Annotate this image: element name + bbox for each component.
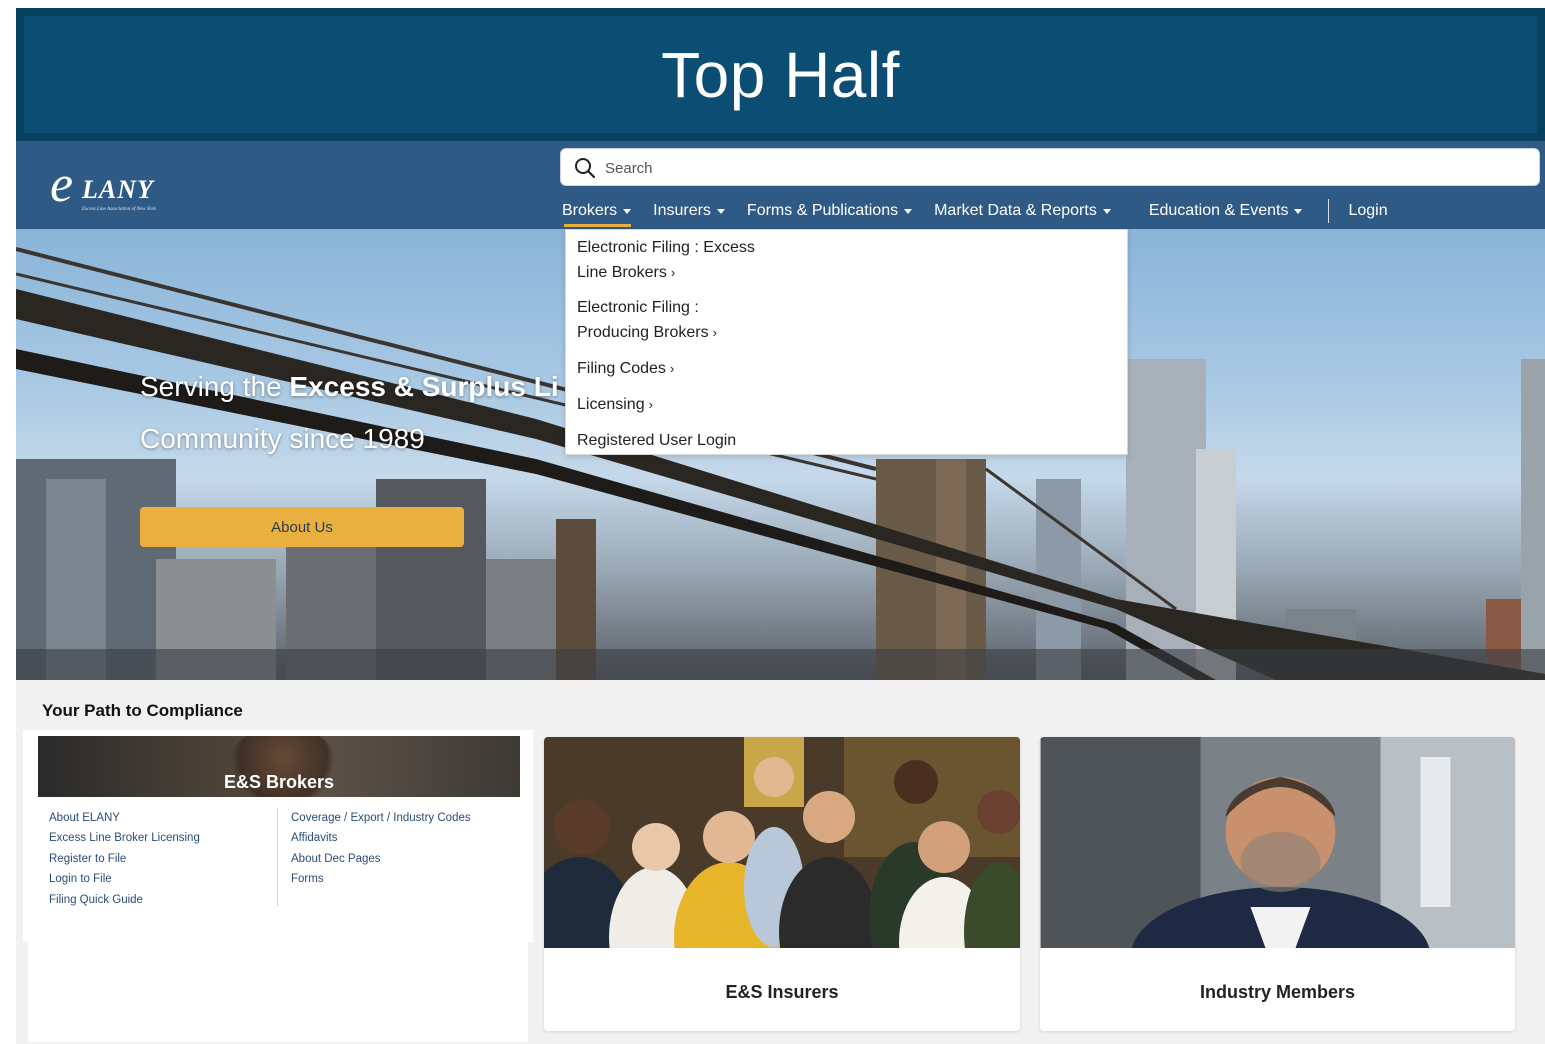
nav-login[interactable]: Login xyxy=(1348,197,1387,225)
nav-market-label: Market Data & Reports xyxy=(934,202,1097,219)
brokers-card-title: E&S Brokers xyxy=(223,772,335,792)
dropdown-item-line1: Electronic Filing : Excess xyxy=(577,239,755,256)
caret-down-icon xyxy=(716,208,725,214)
section-title: Your Path to Compliance xyxy=(42,701,243,720)
brokers-links-left: About ELANY Excess Line Broker Licensing… xyxy=(49,808,200,910)
chevron-right-icon: › xyxy=(712,325,717,340)
nav-education-events[interactable]: Education & Events xyxy=(1149,197,1303,225)
nav-insurers-label: Insurers xyxy=(653,202,711,219)
dropdown-item-line1: Electronic Filing : xyxy=(577,299,699,316)
dropdown-item-line2: Producing Brokers xyxy=(577,324,709,341)
nav-brokers[interactable]: Brokers xyxy=(562,197,632,227)
brokers-card-footer xyxy=(28,942,528,1042)
link-filing-quick-guide[interactable]: Filing Quick Guide xyxy=(49,890,200,910)
search-bar[interactable] xyxy=(560,148,1540,186)
group-photo-image xyxy=(544,737,1020,948)
dropdown-item-line2: Line Brokers xyxy=(577,264,667,281)
links-divider xyxy=(277,808,278,906)
brokers-dropdown: Electronic Filing : Excess Line Brokers ›… xyxy=(565,229,1128,455)
nav-insurers[interactable]: Insurers xyxy=(653,197,725,225)
dropdown-item-efiling-producing[interactable]: Electronic Filing : Producing Brokers › xyxy=(577,295,717,345)
link-affidavits[interactable]: Affidavits xyxy=(291,828,471,848)
dropdown-item-label: Filing Codes xyxy=(577,360,666,377)
search-input[interactable] xyxy=(605,155,1505,181)
brokers-card: E&S Brokers About ELANY Excess Line Brok… xyxy=(23,730,533,942)
caret-down-icon xyxy=(623,208,632,214)
link-coverage-codes[interactable]: Coverage / Export / Industry Codes xyxy=(291,808,471,828)
site-header: e LANY Excess Line Association of New Yo… xyxy=(16,141,1545,229)
dropdown-item-registered-login[interactable]: Registered User Login xyxy=(577,428,736,453)
compliance-section: Your Path to Compliance E&S Brokers Abou… xyxy=(16,680,1545,1044)
about-us-button[interactable]: About Us xyxy=(140,507,464,547)
members-card[interactable]: Industry Members xyxy=(1040,737,1515,1031)
portrait-photo-image xyxy=(1040,737,1515,948)
hero-headline: Serving the Excess & Surplus Li xyxy=(140,371,559,403)
top-banner: Top Half xyxy=(16,8,1545,141)
dropdown-item-label: Licensing xyxy=(577,396,645,413)
hero-headline-prefix: Serving the xyxy=(140,371,290,402)
logo-mark: e xyxy=(50,156,74,213)
nav-login-label: Login xyxy=(1348,202,1388,219)
nav-education-label: Education & Events xyxy=(1148,202,1289,219)
main-nav: Brokers Insurers Forms & Publications Ma… xyxy=(562,197,1388,227)
link-register-to-file[interactable]: Register to File xyxy=(49,849,200,869)
nav-forms-label: Forms & Publications xyxy=(746,202,899,219)
members-card-title: Industry Members xyxy=(1199,982,1356,1002)
brokers-card-header-image: E&S Brokers xyxy=(38,736,520,797)
link-about-dec-pages[interactable]: About Dec Pages xyxy=(291,849,471,869)
dropdown-item-label: Registered User Login xyxy=(577,432,737,449)
hero-headline-bold: Excess & Surplus Li xyxy=(289,371,559,402)
dropdown-item-licensing[interactable]: Licensing › xyxy=(577,392,653,417)
search-icon xyxy=(575,158,596,179)
nav-brokers-label: Brokers xyxy=(562,202,618,219)
logo-subtitle: Excess Line Association of New York xyxy=(82,207,156,212)
link-about-elany[interactable]: About ELANY xyxy=(49,808,200,828)
chevron-right-icon: › xyxy=(670,265,676,280)
dropdown-item-filing-codes[interactable]: Filing Codes › xyxy=(577,356,674,381)
chevron-right-icon: › xyxy=(648,397,653,412)
insurers-card[interactable]: E&S Insurers xyxy=(544,737,1020,1031)
caret-down-icon xyxy=(904,208,913,214)
link-login-to-file[interactable]: Login to File xyxy=(49,869,200,889)
nav-market-data[interactable]: Market Data & Reports xyxy=(934,197,1111,225)
dropdown-item-efiling-excess[interactable]: Electronic Filing : Excess Line Brokers › xyxy=(577,235,755,285)
nav-divider xyxy=(1328,199,1330,223)
caret-down-icon xyxy=(1294,208,1303,214)
chevron-right-icon: › xyxy=(669,361,675,376)
nav-forms-publications[interactable]: Forms & Publications xyxy=(746,197,913,225)
caret-down-icon xyxy=(1102,208,1111,214)
hero-subline: Community since 1989 xyxy=(140,423,425,454)
banner-title: Top Half xyxy=(661,39,900,111)
link-forms[interactable]: Forms xyxy=(291,869,471,889)
insurers-card-title: E&S Insurers xyxy=(725,982,839,1002)
elany-logo[interactable]: e LANY Excess Line Association of New Yo… xyxy=(50,155,200,219)
brokers-links-right: Coverage / Export / Industry Codes Affid… xyxy=(291,808,471,890)
link-broker-licensing[interactable]: Excess Line Broker Licensing xyxy=(49,828,200,848)
logo-text: LANY xyxy=(82,175,154,204)
